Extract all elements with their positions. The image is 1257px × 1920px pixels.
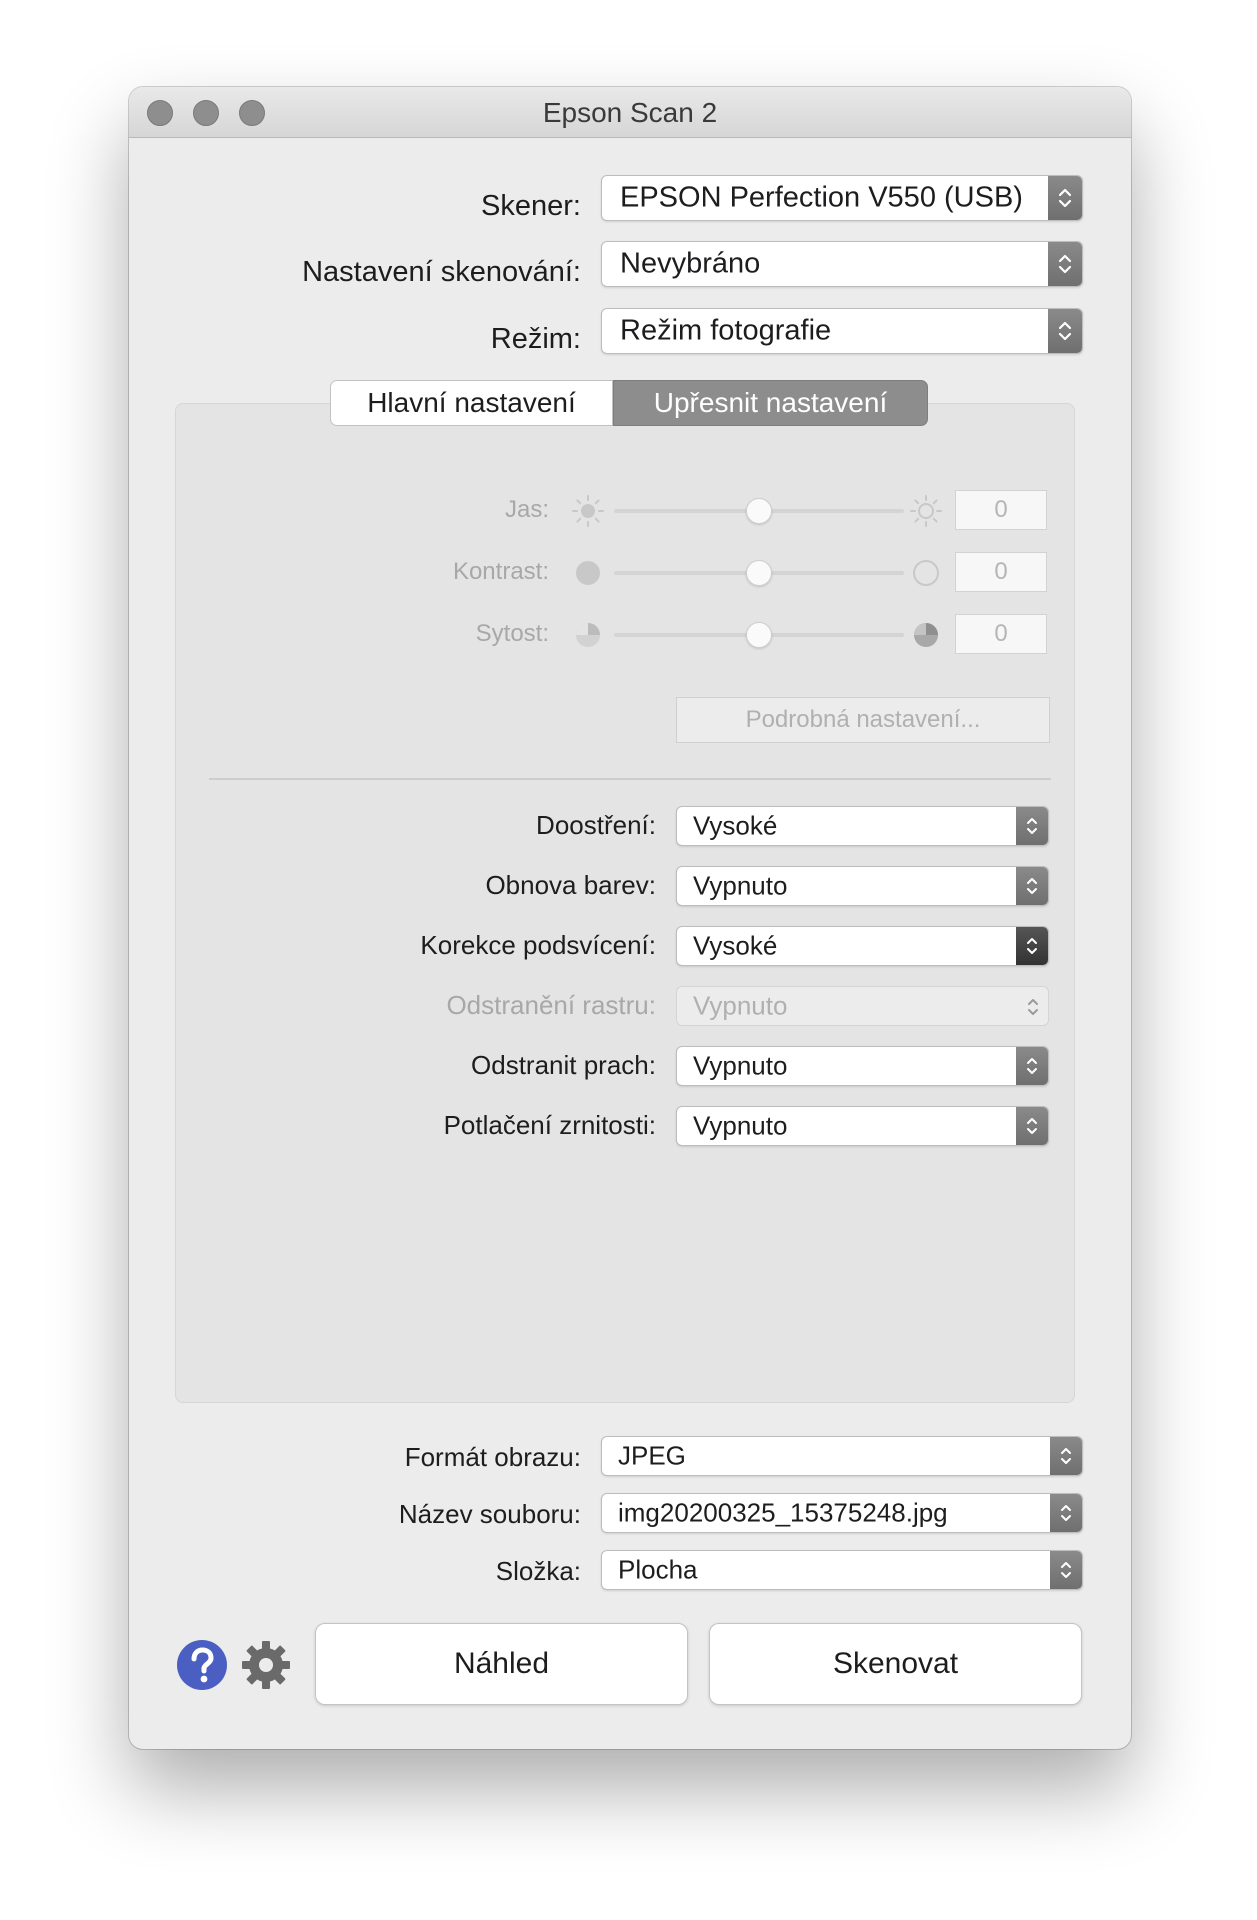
contrast-value-field[interactable]: 0 <box>955 552 1047 592</box>
folder-label: Složka: <box>495 1556 581 1586</box>
chevron-updown-icon <box>1016 867 1048 905</box>
file-name-value: img20200325_15375248.jpg <box>618 1497 948 1528</box>
color-restore-value: Vypnuto <box>693 870 788 901</box>
descreen-label: Odstranění rastru: <box>446 990 656 1020</box>
preview-button[interactable]: Náhled <box>315 1623 688 1705</box>
tab-advanced-settings[interactable]: Upřesnit nastavení <box>613 380 928 426</box>
chevron-updown-icon <box>1016 807 1048 845</box>
grain-reduction-select[interactable]: Vypnuto <box>676 1106 1049 1146</box>
scan-button[interactable]: Skenovat <box>709 1623 1082 1705</box>
backlight-correction-value: Vysoké <box>693 930 778 961</box>
sharpening-value: Vysoké <box>693 810 778 841</box>
folder-select[interactable]: Plocha <box>601 1550 1083 1590</box>
saturation-low-icon <box>574 621 602 654</box>
image-format-label: Formát obrazu: <box>404 1442 581 1472</box>
brightness-slider-knob[interactable] <box>746 498 772 524</box>
title-bar[interactable]: Epson Scan 2 <box>129 87 1131 138</box>
backlight-correction-select[interactable]: Vysoké <box>676 926 1049 966</box>
descreen-value: Vypnuto <box>693 990 788 1021</box>
chevron-updown-icon <box>1050 1551 1082 1589</box>
contrast-slider-knob[interactable] <box>746 560 772 586</box>
dust-removal-value: Vypnuto <box>693 1050 788 1081</box>
contrast-high-icon <box>912 559 940 592</box>
sun-small-icon <box>571 494 605 533</box>
image-format-select[interactable]: JPEG <box>601 1436 1083 1476</box>
chevron-updown-icon <box>1016 927 1048 965</box>
chevron-updown-icon <box>1026 995 1040 1026</box>
tab-main-settings[interactable]: Hlavní nastavení <box>330 380 613 426</box>
folder-value: Plocha <box>618 1554 698 1585</box>
sharpening-label: Doostření: <box>536 810 656 840</box>
chevron-updown-icon <box>1048 309 1082 353</box>
scan-settings-value: Nevybráno <box>620 247 761 280</box>
brightness-value-field[interactable]: 0 <box>955 490 1047 530</box>
color-restore-select[interactable]: Vypnuto <box>676 866 1049 906</box>
chevron-updown-icon <box>1050 1494 1082 1532</box>
descreen-select[interactable]: Vypnuto <box>676 986 1049 1026</box>
scan-settings-select[interactable]: Nevybráno <box>601 241 1083 287</box>
mode-select[interactable]: Režim fotografie <box>601 308 1083 354</box>
backlight-correction-label: Korekce podsvícení: <box>420 930 656 960</box>
chevron-updown-icon <box>1048 242 1082 286</box>
sharpening-select[interactable]: Vysoké <box>676 806 1049 846</box>
saturation-slider-knob[interactable] <box>746 622 772 648</box>
chevron-updown-icon <box>1016 1047 1048 1085</box>
grain-reduction-value: Vypnuto <box>693 1110 788 1141</box>
scan-settings-label: Nastavení skenování: <box>302 256 581 288</box>
dust-removal-select[interactable]: Vypnuto <box>676 1046 1049 1086</box>
gear-icon[interactable] <box>240 1639 292 1696</box>
mode-label: Režim: <box>490 323 581 355</box>
file-name-label: Název souboru: <box>398 1499 581 1529</box>
window-title: Epson Scan 2 <box>542 97 718 128</box>
detail-settings-button[interactable]: Podrobná nastavení... <box>676 697 1050 743</box>
panel-divider <box>209 778 1051 780</box>
scanner-value: EPSON Perfection V550 (USB) <box>620 181 1023 214</box>
sun-large-icon <box>909 494 943 533</box>
chevron-updown-icon <box>1048 176 1082 220</box>
color-restore-label: Obnova barev: <box>485 870 656 900</box>
help-icon[interactable] <box>176 1639 228 1696</box>
scanner-select[interactable]: EPSON Perfection V550 (USB) <box>601 175 1083 221</box>
saturation-label: Sytost: <box>475 620 549 647</box>
saturation-high-icon <box>912 621 940 654</box>
epson-scan-window: Epson Scan 2 Skener: EPSON Perfection V5… <box>129 87 1131 1749</box>
mode-value: Režim fotografie <box>620 314 832 347</box>
chevron-updown-icon <box>1050 1437 1082 1475</box>
image-format-value: JPEG <box>618 1440 686 1471</box>
contrast-label: Kontrast: <box>452 558 549 585</box>
contrast-low-icon <box>574 559 602 592</box>
dust-removal-label: Odstranit prach: <box>471 1050 656 1080</box>
scanner-label: Skener: <box>481 190 581 222</box>
grain-reduction-label: Potlačení zrnitosti: <box>443 1110 656 1140</box>
saturation-value-field[interactable]: 0 <box>955 614 1047 654</box>
chevron-updown-icon <box>1016 1107 1048 1145</box>
file-name-select[interactable]: img20200325_15375248.jpg <box>601 1493 1083 1533</box>
brightness-label: Jas: <box>504 496 549 523</box>
